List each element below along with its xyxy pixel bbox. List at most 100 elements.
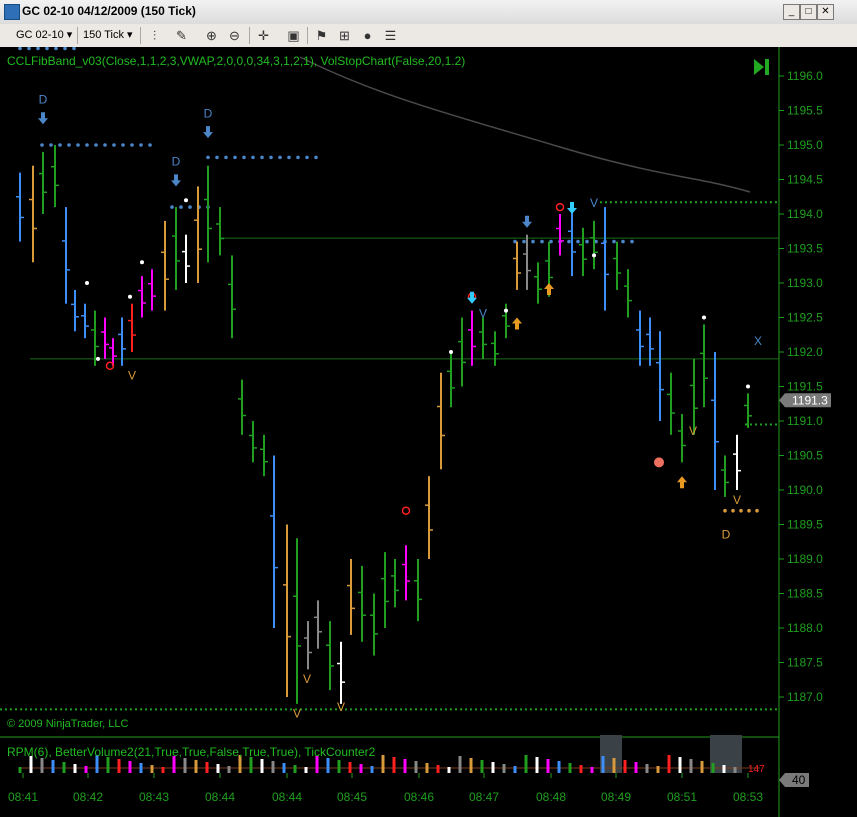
resistance-dot bbox=[522, 239, 526, 244]
copyright-label: © 2009 NinjaTrader, LLC bbox=[7, 718, 129, 730]
x-tick-label: 08:48 bbox=[536, 790, 566, 804]
x-tick-label: 08:45 bbox=[337, 790, 367, 804]
resistance-dot bbox=[531, 239, 535, 244]
app-icon bbox=[4, 4, 20, 20]
resistance-dot bbox=[296, 155, 300, 160]
resistance-dot bbox=[215, 155, 219, 160]
signal-letter: D bbox=[172, 155, 181, 169]
signal-letter: V bbox=[590, 196, 598, 210]
maximize-button[interactable]: □ bbox=[800, 4, 817, 20]
down-arrow-icon bbox=[203, 126, 213, 139]
toolbar-separator bbox=[77, 27, 78, 44]
resistance-dot bbox=[251, 155, 255, 160]
signal-ring bbox=[401, 506, 411, 515]
y-tick-label: 1187.0 bbox=[787, 690, 823, 704]
signal-letter: V bbox=[337, 700, 345, 714]
draw-pencil-icon[interactable]: ✎ bbox=[173, 27, 190, 44]
y-tick-label: 1191.5 bbox=[787, 380, 823, 394]
resistance-dot bbox=[130, 143, 134, 147]
signal-letter: V bbox=[293, 707, 301, 721]
signal-letter: V bbox=[128, 369, 136, 383]
minimize-button[interactable]: _ bbox=[783, 4, 800, 20]
y-tick-label: 1196.0 bbox=[787, 69, 823, 83]
close-button[interactable]: ✕ bbox=[817, 4, 834, 20]
x-tick-label: 08:49 bbox=[601, 790, 631, 804]
support-dot bbox=[723, 508, 727, 513]
resistance-dot bbox=[121, 143, 125, 147]
signal-letter: X bbox=[754, 334, 762, 348]
resistance-dot bbox=[45, 47, 49, 51]
x-tick-label: 08:44 bbox=[205, 790, 235, 804]
y-tick-label: 1193.0 bbox=[787, 276, 823, 290]
volume-value-label: 40 bbox=[792, 773, 806, 787]
resistance-dot bbox=[94, 143, 98, 147]
resistance-dot bbox=[612, 239, 616, 244]
signal-letter: V bbox=[689, 424, 697, 438]
y-tick-label: 1190.0 bbox=[787, 483, 823, 497]
swing-dot bbox=[504, 308, 508, 313]
last-price-label: 1191.3 bbox=[792, 393, 828, 407]
resistance-dot bbox=[85, 143, 89, 147]
y-tick-label: 1187.5 bbox=[787, 656, 823, 670]
y-tick-label: 1189.5 bbox=[787, 518, 823, 532]
y-tick-label: 1192.0 bbox=[787, 345, 823, 359]
instrument-selector[interactable]: GC 02-10 ▾ bbox=[16, 26, 72, 44]
x-tick-label: 08:43 bbox=[139, 790, 169, 804]
y-tick-label: 1189.0 bbox=[787, 552, 823, 566]
resistance-dot bbox=[576, 239, 580, 244]
up-arrow-icon bbox=[677, 476, 687, 489]
chart-toolbar: GC 02-10 ▾ 150 Tick ▾ ⫶ ✎ ⊕ ⊖ ✛ ▣ ⚑ ⊞ ● … bbox=[0, 24, 857, 48]
strategy-icon[interactable]: ⚑ bbox=[313, 27, 330, 44]
resistance-dot bbox=[49, 143, 53, 147]
resistance-dot bbox=[287, 155, 291, 160]
properties-icon[interactable]: ▣ bbox=[285, 27, 302, 44]
swing-dot bbox=[702, 315, 706, 320]
y-tick-label: 1191.0 bbox=[787, 414, 823, 428]
swing-dot bbox=[96, 356, 100, 361]
resistance-dot bbox=[242, 155, 246, 160]
data-box-icon[interactable]: ☰ bbox=[382, 27, 399, 44]
swing-dot bbox=[449, 350, 453, 354]
play-bar-icon bbox=[765, 59, 769, 75]
toolbar-separator bbox=[140, 27, 141, 44]
play-icon bbox=[754, 59, 764, 75]
zoom-out-icon[interactable]: ⊖ bbox=[226, 27, 243, 44]
bar-type-icon[interactable]: ⫶ bbox=[146, 27, 163, 44]
y-tick-label: 1195.5 bbox=[787, 104, 823, 118]
down-arrow-icon bbox=[522, 215, 532, 228]
resistance-dot bbox=[103, 143, 107, 147]
resistance-dot bbox=[188, 205, 192, 209]
resistance-dot bbox=[72, 47, 76, 51]
resistance-dot bbox=[269, 155, 273, 160]
crosshair-icon[interactable]: ✛ bbox=[255, 27, 272, 44]
interval-selector[interactable]: 150 Tick ▾ bbox=[83, 26, 133, 44]
vwap-line bbox=[299, 56, 751, 193]
swing-dot bbox=[746, 384, 750, 389]
resistance-dot bbox=[54, 47, 58, 51]
resistance-dot bbox=[67, 143, 71, 147]
resistance-dot bbox=[148, 143, 152, 147]
resistance-dot bbox=[278, 155, 282, 160]
swing-dot bbox=[184, 198, 188, 203]
down-arrow-icon bbox=[467, 291, 477, 304]
order-icon[interactable]: ● bbox=[359, 27, 376, 44]
resistance-dot bbox=[58, 143, 62, 147]
price-chart: 1196.0 1195.5 1195.0 1194.5 1194.0 1193.5 1193… bbox=[0, 47, 831, 817]
y-tick-label: 1194.0 bbox=[787, 207, 823, 221]
swing-dot bbox=[140, 260, 144, 265]
chart-panel[interactable]: 1196.0 1195.5 1195.0 1194.5 1194.0 1193.5 1193… bbox=[0, 47, 857, 817]
resistance-dot bbox=[76, 143, 80, 147]
window-title: GC 02-10 04/12/2009 (150 Tick) bbox=[22, 4, 196, 18]
resistance-dot bbox=[170, 205, 174, 209]
resistance-dot bbox=[63, 47, 67, 51]
resistance-dot bbox=[112, 143, 116, 147]
y-tick-label: 1188.0 bbox=[787, 621, 823, 635]
up-arrow-icon bbox=[512, 317, 522, 330]
zoom-in-icon[interactable]: ⊕ bbox=[203, 27, 220, 44]
resistance-dot bbox=[567, 239, 571, 244]
resistance-dot bbox=[139, 143, 143, 147]
x-tick-label: 08:51 bbox=[667, 790, 697, 804]
swing-dot bbox=[128, 294, 132, 299]
interval-label: 150 Tick bbox=[83, 29, 124, 41]
indicators-icon[interactable]: ⊞ bbox=[336, 27, 353, 44]
